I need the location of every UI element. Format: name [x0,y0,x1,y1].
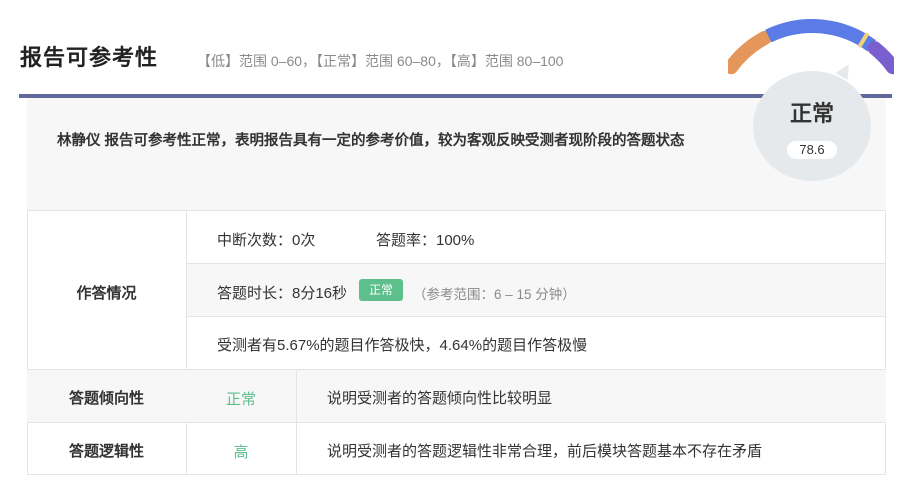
gauge-arc-high [867,41,894,75]
summary-text: 林静仪 报告可参考性正常，表明报告具有一定的参考价值，较为客观反映受测者现阶段的… [57,133,685,149]
answer-rate-text: 答题率：100% [376,232,475,249]
answering-row-counts: 中断次数：0次 答题率：100% [187,211,885,264]
tendency-description: 说明受测者的答题倾向性比较明显 [327,390,553,407]
gauge-status-text: 正常 [789,101,834,126]
duration-text: 答题时长：8分16秒 [217,285,348,302]
tendency-value: 正常 [225,391,256,408]
gauge-score-text: 78.6 [787,141,837,159]
logic-description: 说明受测者的答题逻辑性非常合理，前后模块答题基本不存在矛盾 [327,443,763,460]
duration-status-badge: 正常 [359,279,404,301]
column-divider [296,370,297,475]
interruptions-text: 中断次数：0次 [217,232,316,249]
answering-label: 作答情况 [76,285,137,302]
answering-row-duration: 答题时长：8分16秒 正常 （参考范围：6 – 15 分钟） [187,264,885,317]
score-range-legend: 【低】范围 0–60，【正常】范围 60–80，【高】范围 80–100 [197,53,564,69]
logic-label: 答题逻辑性 [68,443,144,460]
speed-note-text: 受测者有5.67%的题目作答极快，4.64%的题目作答极慢 [217,337,588,354]
tendency-label: 答题倾向性 [68,390,144,407]
gauge-arc-low [728,30,772,75]
gauge-arc-normal [765,19,876,52]
page-title: 报告可参考性 [20,45,159,70]
logic-value: 高 [233,444,249,461]
answering-row-speed: 受测者有5.67%的题目作答极快，4.64%的题目作答极慢 [187,317,885,370]
duration-reference-text: （参考范围：6 – 15 分钟） [413,287,576,302]
